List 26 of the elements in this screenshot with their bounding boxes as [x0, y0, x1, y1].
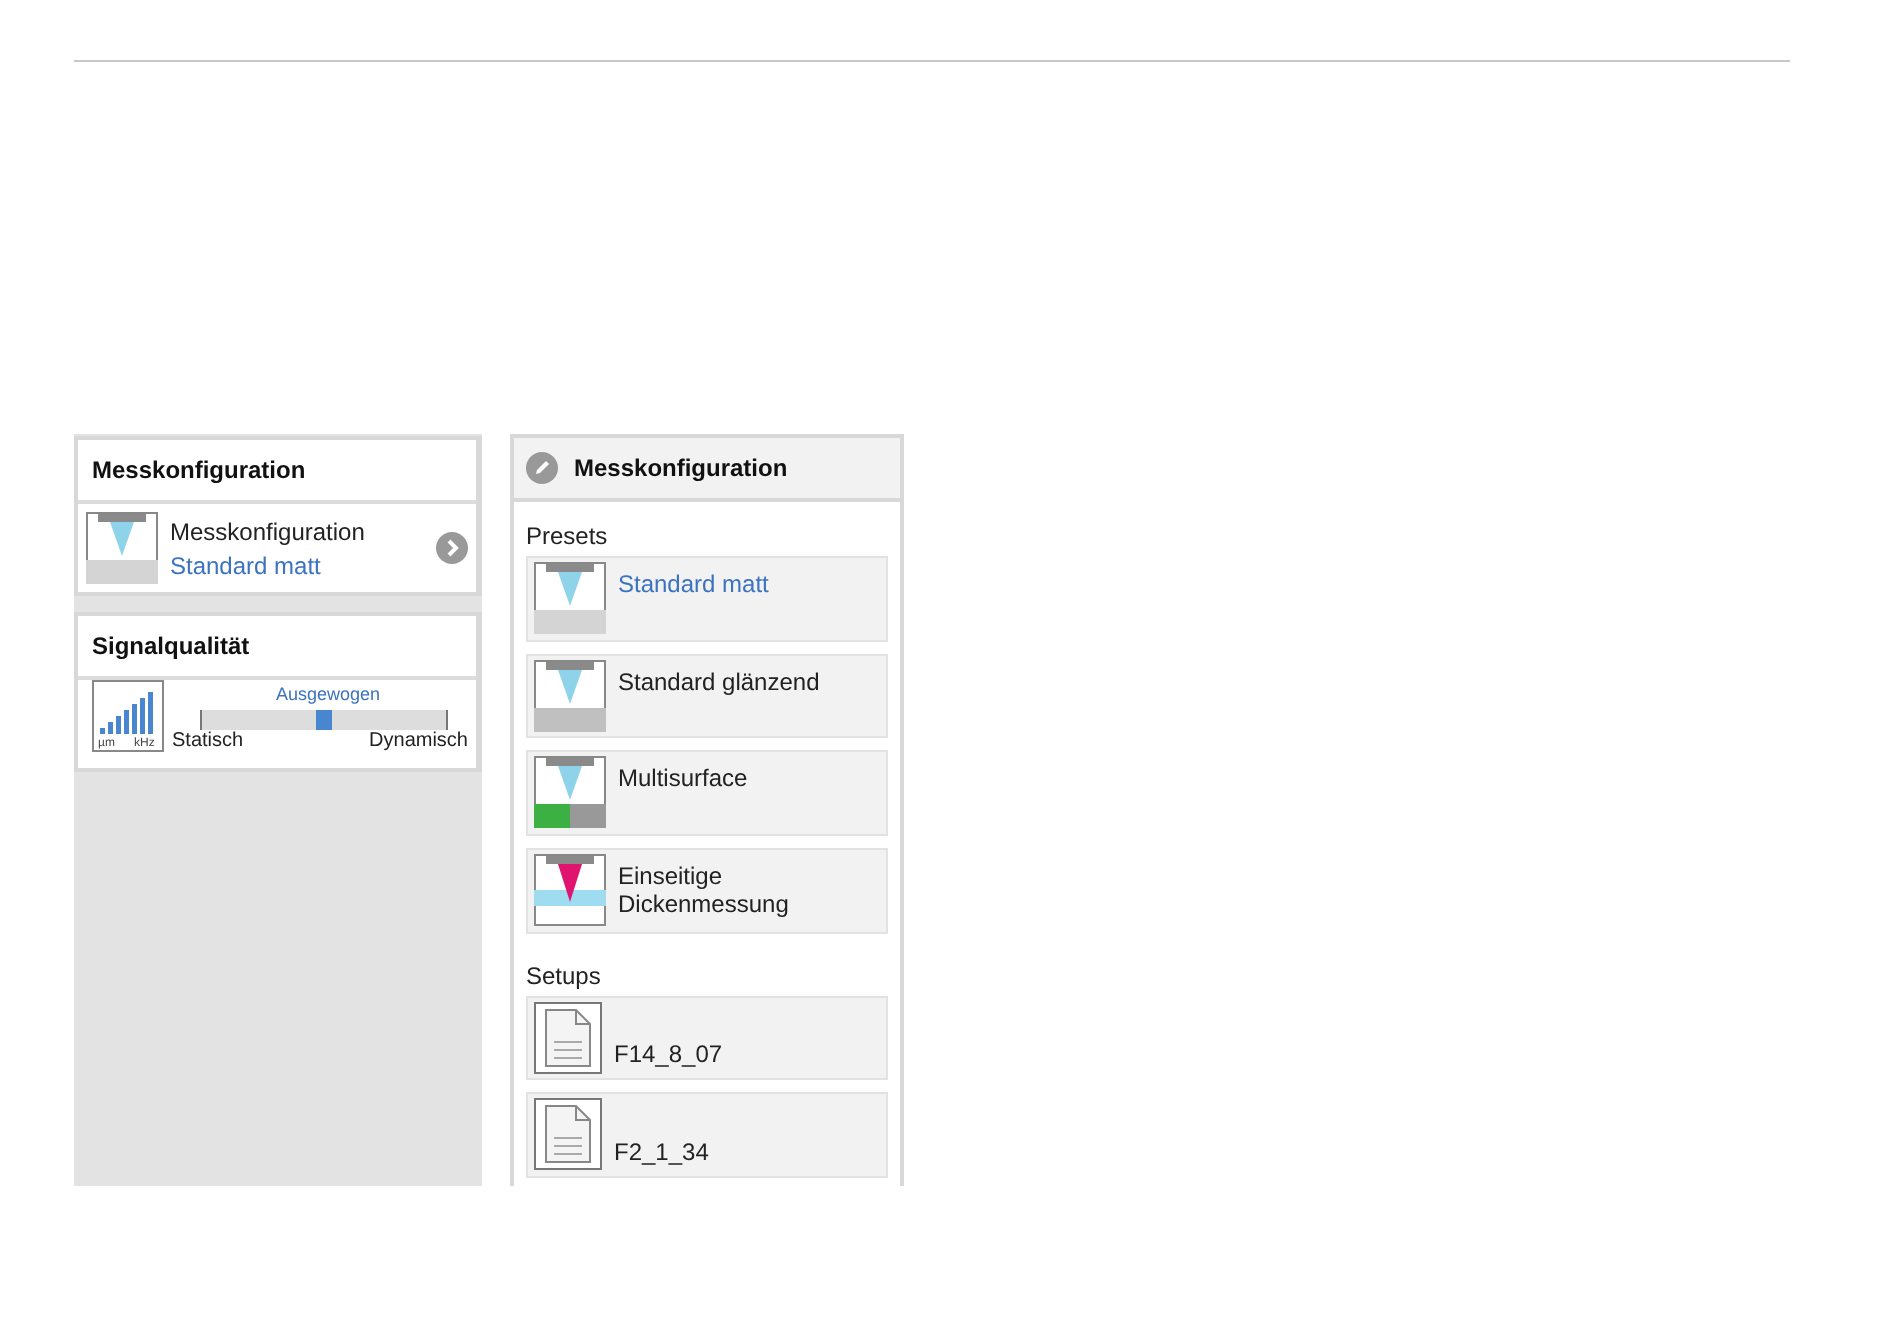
max-label: Dynamisch: [369, 730, 468, 752]
min-label: Statisch: [172, 730, 244, 752]
sensor-probe-icon: [534, 562, 606, 634]
panel-title: Messkonfiguration: [574, 454, 788, 482]
preset-item[interactable]: Standard glänzend: [526, 653, 888, 739]
document-icon: [534, 1098, 602, 1171]
config-value: Standard matt: [170, 551, 323, 579]
preset-item[interactable]: Standard matt: [526, 556, 888, 642]
config-label: Messkonfiguration: [170, 517, 367, 545]
card-title: Messkonfiguration: [78, 440, 476, 504]
sensor-probe-icon: [86, 512, 158, 584]
pencil-icon[interactable]: [526, 452, 558, 484]
section-heading: Setups: [526, 961, 603, 990]
sensor-probe-icon: [534, 854, 606, 927]
sensor-probe-icon: [534, 756, 606, 829]
section-heading: Presets: [526, 522, 610, 550]
preset-item[interactable]: F14_8_07: [526, 995, 888, 1081]
slider-value: Ausgewogen: [275, 684, 381, 704]
document-icon: [534, 1001, 602, 1074]
preset-item[interactable]: Multisurface: [526, 750, 888, 837]
sensor-probe-icon: [534, 659, 606, 732]
slider-track[interactable]: [200, 710, 448, 730]
preset-item[interactable]: Einseitige Dickenmessung: [526, 848, 888, 934]
arrow-right-icon[interactable]: [436, 532, 468, 564]
preset-item[interactable]: F2_1_34: [526, 1092, 888, 1179]
slider-thumb[interactable]: [316, 710, 332, 730]
